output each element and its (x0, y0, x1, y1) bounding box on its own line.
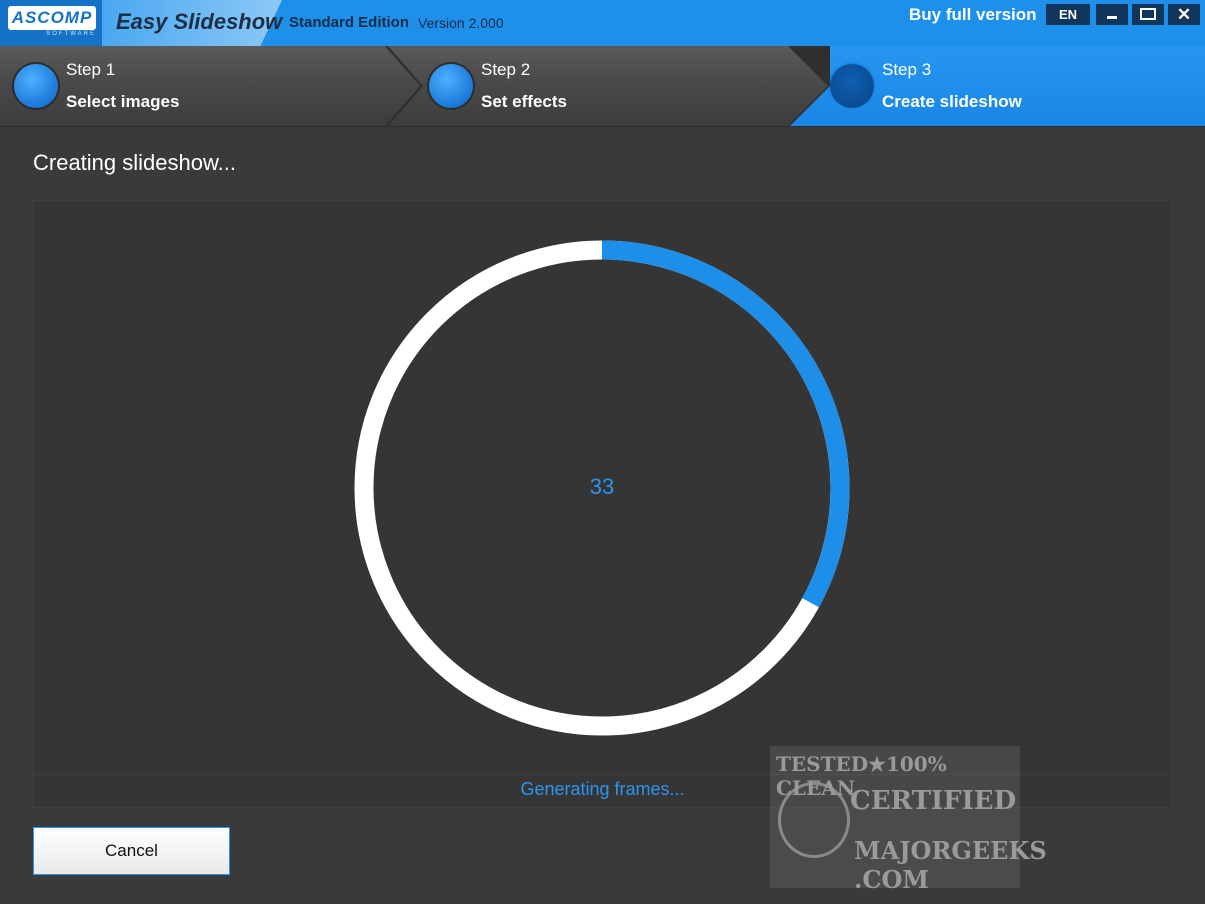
step-2[interactable]: Step 2 Set effects (388, 46, 828, 126)
step-3-indicator-icon (830, 64, 874, 108)
version-label: Version 2.000 (418, 15, 504, 31)
edition-label: Standard Edition (289, 14, 409, 31)
title-bar: ASCOMP SOFTWARE Easy Slideshow Standard … (0, 0, 1205, 46)
cancel-button[interactable]: Cancel (33, 827, 230, 875)
maximize-icon (1140, 8, 1156, 20)
close-button[interactable]: ✕ (1168, 4, 1200, 25)
steps-bar: Step 1 Select images Step 2 Set effects … (0, 46, 1205, 127)
majorgeeks-watermark: TESTED★100% CLEAN CERTIFIED MAJORGEEKS .… (770, 746, 1047, 894)
app-title: Easy Slideshow (116, 9, 283, 34)
step-3[interactable]: Step 3 Create slideshow (790, 46, 1205, 126)
language-button[interactable]: EN (1046, 4, 1090, 25)
step-1-number: Step 1 (66, 60, 116, 79)
buy-full-version-link[interactable]: Buy full version (909, 5, 1037, 25)
minimize-button[interactable] (1096, 4, 1128, 25)
logo: ASCOMP SOFTWARE (0, 0, 102, 46)
step-1-indicator-icon (14, 64, 58, 108)
page-title: Creating slideshow... (33, 150, 236, 175)
step-2-label: Set effects (481, 92, 567, 111)
progress-value: 33 (589, 474, 615, 499)
step-2-indicator-icon (429, 64, 473, 108)
logo-text: ASCOMP (8, 6, 96, 30)
close-icon: ✕ (1176, 5, 1192, 24)
watermark-line3: MAJORGEEKS .COM (854, 836, 1047, 894)
step-3-number: Step 3 (882, 60, 932, 79)
maximize-button[interactable] (1132, 4, 1164, 25)
step-1[interactable]: Step 1 Select images (0, 46, 420, 126)
logo-subtext: SOFTWARE (46, 31, 96, 37)
step-2-number: Step 2 (481, 60, 531, 79)
step-1-label: Select images (66, 92, 180, 111)
watermark-line2: CERTIFIED (850, 786, 1017, 816)
minimize-icon (1107, 16, 1117, 19)
step-3-label: Create slideshow (882, 92, 1022, 111)
